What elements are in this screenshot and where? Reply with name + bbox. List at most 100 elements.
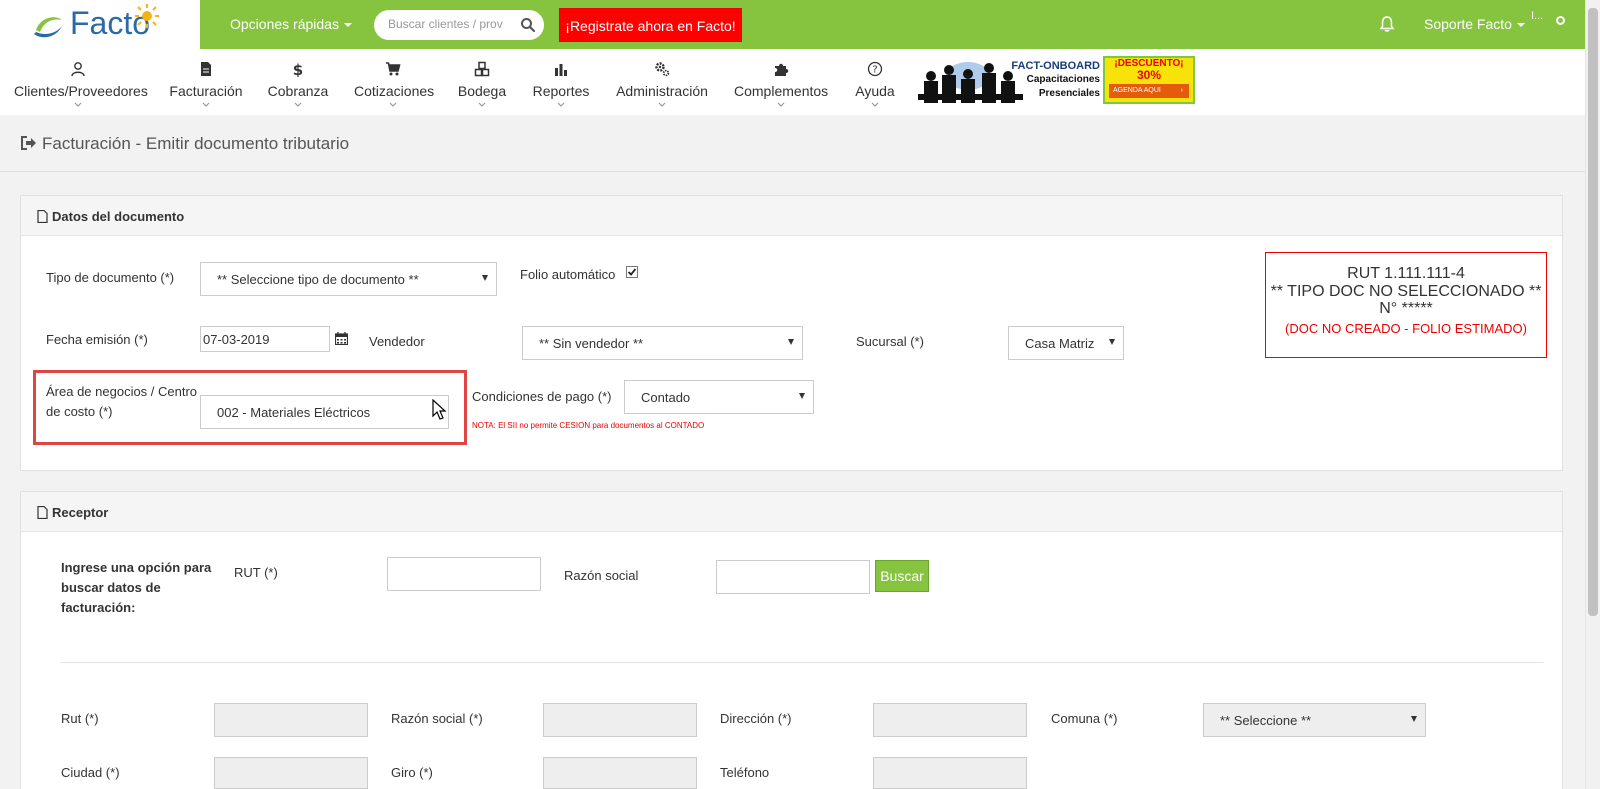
giro-field[interactable] — [543, 757, 697, 789]
tipo-doc-select[interactable]: ** Seleccione tipo de documento ** — [200, 262, 497, 296]
quick-options-menu[interactable]: Opciones rápidas — [230, 16, 352, 32]
check-icon — [627, 268, 637, 276]
agenda-button[interactable]: AGENDA AQUI › — [1109, 84, 1189, 98]
nav-item-label: Ayuda — [855, 83, 895, 99]
chevron-down-icon — [777, 102, 785, 107]
cesion-note: NOTA: El SII no permite CESION para docu… — [472, 421, 705, 430]
vendedor-value: ** Sin vendedor ** — [539, 336, 644, 351]
comuna-value: ** Seleccione ** — [1220, 713, 1312, 728]
puzzle-icon — [775, 63, 789, 76]
online-status-icon — [1556, 16, 1565, 25]
sign-out-icon — [21, 136, 36, 150]
folio-number: N° ***** — [1379, 300, 1433, 317]
area-negocios-select[interactable]: 002 - Materiales Eléctricos — [200, 395, 449, 429]
nav-item-complementos[interactable]: Complementos — [734, 49, 828, 115]
chevron-down-icon — [202, 102, 210, 107]
nav-item-administracion[interactable]: Administración — [616, 49, 708, 115]
discount-percent: 30% — [1136, 68, 1162, 82]
banner-title: FACT-ONBOARD — [1011, 60, 1100, 72]
ciudad-field[interactable] — [214, 757, 368, 789]
promo-banner[interactable]: FACT-ONBOARD Capacitaciones Presenciales… — [913, 54, 1195, 106]
register-button[interactable]: ¡Registrate ahora en Facto! — [559, 8, 742, 42]
comuna-field-label: Comuna (*) — [1051, 711, 1118, 726]
divider — [0, 171, 1585, 172]
doc-status-note: (DOC NO CREADO - FOLIO ESTIMADO) — [1285, 321, 1527, 336]
razon-field[interactable] — [543, 703, 697, 737]
rut-field[interactable] — [214, 703, 368, 737]
vendedor-select[interactable]: ** Sin vendedor ** — [522, 326, 803, 360]
sucursal-label: Sucursal (*) — [856, 334, 924, 349]
calendar-icon[interactable] — [335, 332, 348, 345]
dollar-icon: $ — [293, 61, 303, 77]
nav-item-cotizaciones[interactable]: Cotizaciones — [354, 49, 434, 115]
cart-icon — [386, 62, 401, 76]
buscar-button[interactable]: Buscar — [875, 560, 929, 592]
folio-checkbox[interactable] — [626, 266, 638, 278]
nav-item-ayuda[interactable]: ? Ayuda — [855, 49, 895, 115]
banner-line3: Presenciales — [1038, 88, 1100, 99]
nav-item-label: Facturación — [169, 83, 243, 99]
nav-item-label: Complementos — [734, 83, 829, 99]
nav-item-label: Bodega — [457, 83, 507, 99]
folio-label: Folio automático — [520, 267, 616, 282]
receptor-intro-line2: buscar datos de — [61, 580, 161, 595]
caret-down-icon — [1109, 339, 1115, 345]
vendedor-label: Vendedor — [369, 334, 425, 349]
discount-badge: ¡DESCUENTO¡ 30% AGENDA AQUI › — [1103, 56, 1195, 104]
nav-item-clientes[interactable]: Clientes/Proveedores — [14, 49, 148, 115]
comuna-select[interactable]: ** Seleccione ** — [1203, 703, 1426, 737]
chevron-right-icon: › — [1180, 87, 1183, 94]
area-label-line1: Área de negocios / Centro — [46, 384, 198, 399]
panel-heading: Datos del documento — [21, 196, 1562, 236]
razon-search-input[interactable] — [716, 560, 870, 594]
telefono-field[interactable] — [873, 757, 1027, 789]
chevron-down-icon — [294, 102, 302, 107]
nav-item-reportes[interactable]: Reportes — [532, 49, 590, 115]
razon-field-label: Razón social (*) — [391, 711, 483, 726]
rut-search-input[interactable] — [387, 557, 541, 591]
scrollbar-thumb[interactable] — [1588, 8, 1598, 616]
file-outline-icon — [37, 210, 48, 223]
rut-search-label: RUT (*) — [234, 565, 278, 580]
caret-down-icon — [482, 275, 488, 281]
bell-icon[interactable] — [1379, 15, 1395, 33]
svg-text:$: $ — [293, 61, 303, 77]
chevron-down-icon — [557, 102, 565, 107]
tipo-doc-label: Tipo de documento (*) — [46, 270, 175, 285]
ciudad-field-label: Ciudad (*) — [61, 765, 120, 780]
nav-item-bodega[interactable]: Bodega — [457, 49, 507, 115]
chevron-down-icon — [389, 102, 397, 107]
caret-down-icon — [788, 339, 794, 345]
search-input[interactable] — [388, 17, 503, 31]
agenda-label: AGENDA AQUI — [1113, 87, 1161, 94]
nav-item-facturacion[interactable]: Facturación — [168, 49, 244, 115]
user-menu[interactable]: Soporte Facto — [1424, 16, 1525, 32]
nav-item-cobranza[interactable]: $ Cobranza — [267, 49, 329, 115]
rut-field-label: Rut (*) — [61, 711, 99, 726]
condiciones-select[interactable]: Contado — [624, 380, 814, 414]
direccion-field[interactable] — [873, 703, 1027, 737]
condiciones-value: Contado — [641, 390, 691, 405]
bar-chart-icon — [555, 64, 567, 76]
page-title-text: Facturación - Emitir documento tributari… — [42, 134, 350, 153]
page-scrollbar[interactable] — [1585, 0, 1600, 789]
search-box — [374, 10, 544, 40]
nav-item-label: Clientes/Proveedores — [14, 83, 148, 99]
logo[interactable]: Facto — [0, 0, 200, 49]
main-nav: Clientes/Proveedores Facturación $ Cobra… — [0, 49, 1585, 115]
chevron-down-icon — [343, 23, 352, 28]
receptor-intro-line3: facturación: — [61, 600, 136, 615]
chevron-down-icon — [871, 102, 879, 107]
receptor-panel: Receptor — [20, 491, 1563, 789]
nav-item-label: Cobranza — [267, 83, 329, 99]
search-icon[interactable] — [520, 17, 536, 33]
fecha-input[interactable]: 07-03-2019 — [200, 326, 330, 352]
top-bar: Facto Opciones rápidas ¡Registrate ahora… — [0, 0, 1585, 49]
area-negocios-value: 002 - Materiales Eléctricos — [217, 405, 371, 420]
cubes-icon — [474, 61, 490, 77]
sucursal-select[interactable]: Casa Matriz — [1008, 326, 1124, 360]
receptor-intro-line1: Ingrese una opción para — [61, 560, 212, 575]
divider — [60, 662, 1543, 663]
razon-search-label: Razón social — [564, 568, 639, 583]
rut-summary-box: RUT 1.111.111-4 ** TIPO DOC NO SELECCION… — [1265, 252, 1547, 358]
